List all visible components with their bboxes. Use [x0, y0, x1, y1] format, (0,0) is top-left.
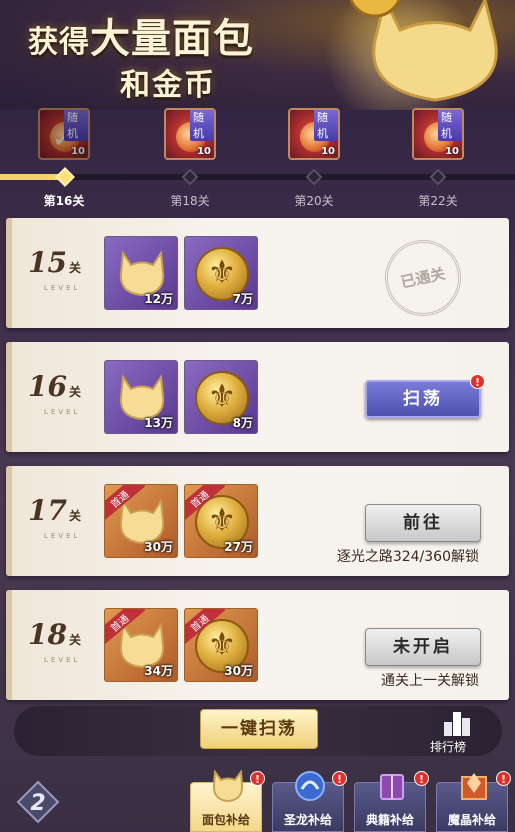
crystal-icon	[461, 773, 487, 800]
reward-amount: 13万	[144, 416, 173, 430]
reward-amount: 12万	[144, 292, 173, 306]
random-tag: 随机	[64, 110, 88, 141]
tab-book-supply[interactable]: ! 典籍补给	[354, 771, 429, 832]
bread-reward[interactable]: 12万	[104, 236, 178, 310]
level-caption: LEVEL	[44, 284, 81, 292]
stage-number: 15 关	[28, 246, 81, 279]
random-tag: 随机	[314, 110, 338, 141]
svg-text:2: 2	[30, 791, 45, 816]
title-line-1: 获得大量面包	[28, 15, 254, 62]
bread-reward[interactable]: 首通 30万	[104, 484, 178, 558]
random-tag: 随机	[438, 110, 462, 141]
random-tag: 随机	[190, 110, 214, 141]
coin-reward[interactable]: 首通 27万	[184, 484, 258, 558]
progress-node	[305, 168, 323, 186]
track-level-label: 第16关	[43, 194, 85, 208]
bread-reward[interactable]: 13万	[104, 360, 178, 434]
reward-amount: 7万	[232, 292, 253, 306]
reward-amount: 27万	[224, 540, 253, 554]
reward-chest-20[interactable]: 随机 10	[288, 108, 340, 160]
reward-amount: 34万	[144, 664, 173, 678]
alert-badge-icon: !	[332, 771, 347, 786]
reward-chest-22[interactable]: 随机 10	[412, 108, 464, 160]
reward-count: 10	[321, 146, 335, 157]
reward-chest-18[interactable]: 随机 10	[164, 108, 216, 160]
reward-chest-16[interactable]: ✓ 随机 10	[38, 108, 90, 160]
track-level-label: 第20关	[294, 194, 334, 208]
dragon-icon	[295, 771, 325, 801]
unlock-requirement: 逐光之路324/360解锁	[336, 549, 479, 565]
tab-label: 典籍补给	[365, 813, 414, 827]
level-caption: LEVEL	[44, 532, 81, 540]
unlock-requirement: 通关上一关解锁	[381, 673, 479, 689]
locked-button[interactable]: 未开启	[365, 628, 481, 666]
reward-amount: 8万	[232, 416, 253, 430]
reward-count: 10	[197, 146, 211, 157]
alert-badge-icon: !	[470, 374, 485, 389]
bread-hero-icon	[349, 0, 498, 102]
cleared-stamp: 已通关	[377, 232, 469, 324]
stage-card-18: 18关 LEVEL 首通 34万 首通 30万 未开启 通关上一关解锁	[6, 590, 509, 700]
reward-track: ✓ 随机 10 随机 10 随机 10 随机 10 第16关 第18关 第20关…	[0, 100, 515, 218]
bread-icon	[212, 769, 244, 803]
reward-count: 10	[71, 146, 85, 157]
level-caption: LEVEL	[44, 656, 81, 664]
title-line-2: 和金币	[120, 68, 216, 103]
progress-node	[181, 168, 199, 186]
coin-reward[interactable]: 7万	[184, 236, 258, 310]
sweep-button[interactable]: 扫荡	[365, 380, 481, 418]
tab-crystal-supply[interactable]: ! 魔晶补给	[436, 771, 511, 832]
stage-card-16: 16关 LEVEL 13万 8万 扫荡 !	[6, 342, 509, 452]
tab-label: 面包补给	[201, 813, 250, 827]
track-level-label: 第18关	[170, 194, 210, 208]
alert-badge-icon: !	[496, 771, 511, 786]
sweep-all-button[interactable]: 一键扫荡	[200, 709, 318, 749]
alert-badge-icon: !	[414, 771, 429, 786]
reward-amount: 30万	[144, 540, 173, 554]
progress-node	[429, 168, 447, 186]
level-caption: LEVEL	[44, 408, 81, 416]
progress-fill	[0, 174, 62, 180]
stage-card-17: 17关 LEVEL 首通 30万 首通 27万 前往 逐光之路324/360解锁	[6, 466, 509, 576]
stage-number: 16 关	[28, 370, 81, 403]
stage-number: 18 关	[28, 618, 81, 651]
reward-count: 10	[445, 146, 459, 157]
coin-reward[interactable]: 首通 30万	[184, 608, 258, 682]
game-logo-icon[interactable]: 2	[16, 780, 60, 824]
progress-node-active	[55, 167, 75, 187]
leaderboard-label[interactable]: 排行榜	[430, 738, 466, 755]
reward-amount: 30万	[224, 664, 253, 678]
stage-card-15: 15关 LEVEL 12万 7万 已通关	[6, 218, 509, 328]
tab-dragon-supply[interactable]: ! 圣龙补给	[272, 771, 347, 832]
coin-reward[interactable]: 8万	[184, 360, 258, 434]
track-level-label: 第22关	[418, 194, 458, 208]
event-header: 获得大量面包 和金币	[0, 0, 515, 110]
goto-button[interactable]: 前往	[365, 504, 481, 542]
bread-reward[interactable]: 首通 34万	[104, 608, 178, 682]
tab-label: 圣龙补给	[283, 813, 332, 827]
tab-bread-supply[interactable]: ! 面包补给	[190, 769, 265, 832]
book-icon	[380, 774, 404, 800]
alert-badge-icon: !	[250, 771, 265, 786]
tab-label: 魔晶补给	[447, 813, 496, 827]
stage-number: 17 关	[28, 494, 81, 527]
leaderboard-icon[interactable]	[442, 708, 472, 736]
